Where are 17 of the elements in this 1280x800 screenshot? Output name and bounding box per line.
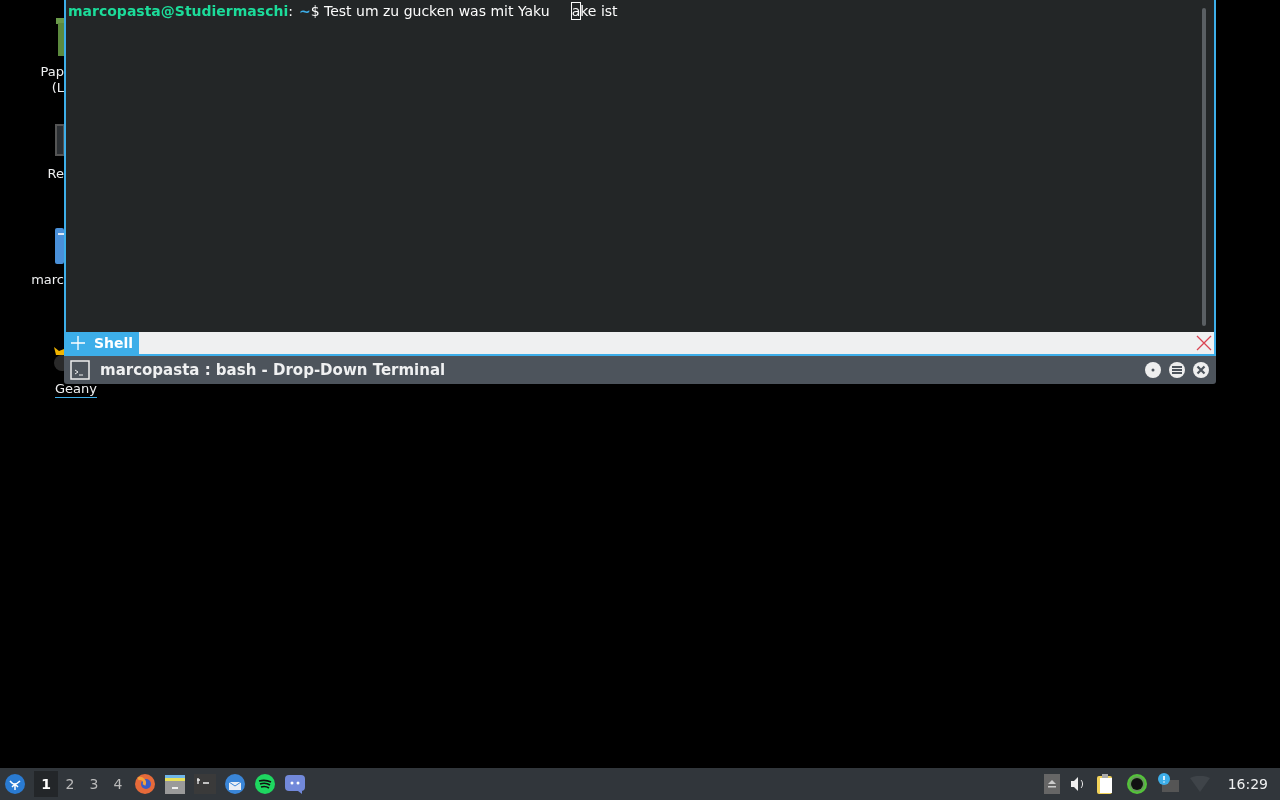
workspace-button[interactable]: 3 (82, 771, 106, 797)
command-text: ke ist (580, 3, 618, 19)
workspace-button[interactable]: 4 (106, 771, 130, 797)
workspace-button[interactable]: 1 (34, 771, 58, 797)
desktop-icon-label[interactable]: Geany (55, 381, 97, 397)
prompt-path: ~ (298, 3, 311, 19)
desktop-icon-label[interactable]: marc (31, 272, 64, 288)
command-text: $ Test um zu gucken was mit Yaku (310, 3, 550, 19)
desktop-icon-label[interactable]: (L (51, 80, 64, 96)
desktop-icon-label[interactable]: Re (47, 166, 64, 182)
window-title: marcopasta : bash - Drop-Down Terminal (100, 359, 446, 381)
text-cursor: a (571, 3, 581, 19)
workspace-button[interactable]: 2 (58, 771, 82, 797)
prompt-colon: : (288, 3, 293, 19)
prompt-user-host: marcopasta@Studiermaschi (68, 3, 289, 19)
clock[interactable]: 16:29 (1227, 773, 1268, 795)
desktop-icon-label[interactable]: Pap (40, 64, 64, 80)
